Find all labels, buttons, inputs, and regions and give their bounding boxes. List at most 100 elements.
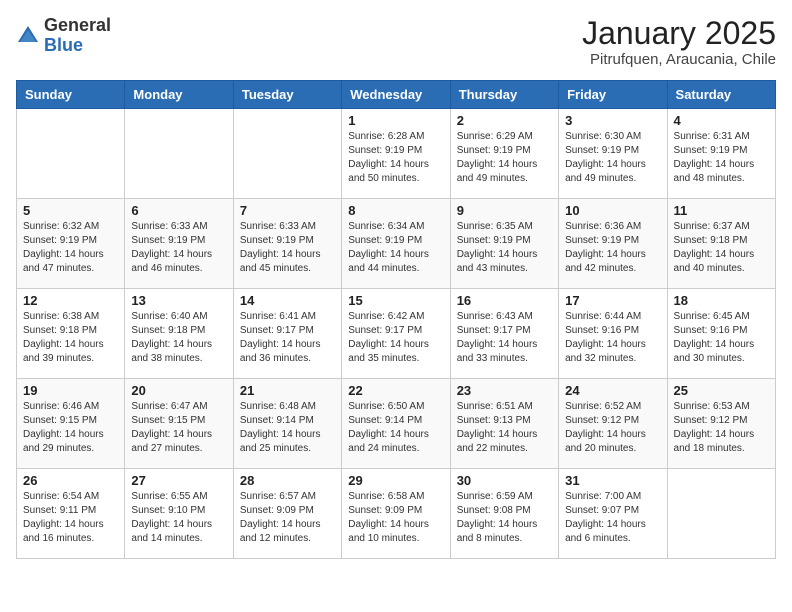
- day-info: Sunrise: 6:46 AM Sunset: 9:15 PM Dayligh…: [23, 400, 118, 456]
- day-info: Sunrise: 6:58 AM Sunset: 9:09 PM Dayligh…: [348, 490, 443, 546]
- day-info: Sunrise: 6:50 AM Sunset: 9:14 PM Dayligh…: [348, 400, 443, 456]
- day-number: 16: [457, 293, 552, 308]
- day-number: 7: [240, 203, 335, 218]
- table-row: 29Sunrise: 6:58 AM Sunset: 9:09 PM Dayli…: [342, 469, 450, 559]
- day-info: Sunrise: 6:30 AM Sunset: 9:19 PM Dayligh…: [565, 130, 660, 186]
- day-number: 28: [240, 473, 335, 488]
- table-row: 5 Sunrise: 6:32 AM Sunset: 9:19 PM Daylig…: [17, 199, 125, 289]
- day-info: Sunrise: 6:51 AM Sunset: 9:13 PM Dayligh…: [457, 400, 552, 456]
- day-info: Sunrise: 6:31 AM Sunset: 9:19 PM Dayligh…: [674, 130, 769, 186]
- day-number: 25: [674, 383, 769, 398]
- day-info: Sunrise: 6:55 AM Sunset: 9:10 PM Dayligh…: [131, 490, 226, 546]
- day-info: Sunrise: 6:53 AM Sunset: 9:12 PM Dayligh…: [674, 400, 769, 456]
- table-row: 21 Sunrise: 6:48 AM Sunset: 9:14 PM Dayli…: [233, 379, 341, 469]
- header-friday: Friday: [559, 81, 667, 109]
- day-number: 23: [457, 383, 552, 398]
- table-row: 16 Sunrise: 6:43 AM Sunset: 9:17 PM Dayli…: [450, 289, 558, 379]
- day-info: Sunrise: 6:43 AM Sunset: 9:17 PM Dayligh…: [457, 310, 552, 366]
- day-info: Sunrise: 6:28 AM Sunset: 9:19 PM Dayligh…: [348, 130, 443, 186]
- day-info: Sunrise: 6:33 AM Sunset: 9:19 PM Dayligh…: [240, 220, 335, 276]
- header-monday: Monday: [125, 81, 233, 109]
- day-info: Sunrise: 6:47 AM Sunset: 9:15 PM Dayligh…: [131, 400, 226, 456]
- day-number: 17: [565, 293, 660, 308]
- day-info: Sunrise: 6:44 AM Sunset: 9:16 PM Dayligh…: [565, 310, 660, 366]
- day-info: Sunrise: 6:59 AM Sunset: 9:08 PM Dayligh…: [457, 490, 552, 546]
- day-number: 12: [23, 293, 118, 308]
- table-row: 10 Sunrise: 6:36 AM Sunset: 9:19 PM Dayli…: [559, 199, 667, 289]
- table-row: 15Sunrise: 6:42 AM Sunset: 9:17 PM Dayli…: [342, 289, 450, 379]
- table-row: 27 Sunrise: 6:55 AM Sunset: 9:10 PM Dayli…: [125, 469, 233, 559]
- day-info: Sunrise: 6:36 AM Sunset: 9:19 PM Dayligh…: [565, 220, 660, 276]
- day-number: 21: [240, 383, 335, 398]
- table-row: 13 Sunrise: 6:40 AM Sunset: 9:18 PM Dayli…: [125, 289, 233, 379]
- day-info: Sunrise: 6:52 AM Sunset: 9:12 PM Dayligh…: [565, 400, 660, 456]
- day-info: Sunrise: 6:40 AM Sunset: 9:18 PM Dayligh…: [131, 310, 226, 366]
- month-title: January 2025: [582, 16, 776, 51]
- table-row: 30 Sunrise: 6:59 AM Sunset: 9:08 PM Dayli…: [450, 469, 558, 559]
- day-number: 14: [240, 293, 335, 308]
- day-number: 20: [131, 383, 226, 398]
- weekday-header-row: Sunday Monday Tuesday Wednesday Thursday…: [17, 81, 776, 109]
- table-row: 31Sunrise: 7:00 AM Sunset: 9:07 PM Dayli…: [559, 469, 667, 559]
- table-row: 22 Sunrise: 6:50 AM Sunset: 9:14 PM Dayli…: [342, 379, 450, 469]
- day-info: Sunrise: 6:38 AM Sunset: 9:18 PM Dayligh…: [23, 310, 118, 366]
- day-info: Sunrise: 6:54 AM Sunset: 9:11 PM Dayligh…: [23, 490, 118, 546]
- day-number: 11: [674, 203, 769, 218]
- table-row: 18Sunrise: 6:45 AM Sunset: 9:16 PM Dayli…: [667, 289, 775, 379]
- day-number: 6: [131, 203, 226, 218]
- title-block: January 2025 Pitrufquen, Araucania, Chil…: [582, 16, 776, 68]
- day-number: 13: [131, 293, 226, 308]
- day-info: Sunrise: 7:00 AM Sunset: 9:07 PM Dayligh…: [565, 490, 660, 546]
- day-info: Sunrise: 6:29 AM Sunset: 9:19 PM Dayligh…: [457, 130, 552, 186]
- location-title: Pitrufquen, Araucania, Chile: [582, 51, 776, 68]
- day-number: 24: [565, 383, 660, 398]
- day-number: 10: [565, 203, 660, 218]
- table-row: 23 Sunrise: 6:51 AM Sunset: 9:13 PM Dayli…: [450, 379, 558, 469]
- day-number: 8: [348, 203, 443, 218]
- table-row: 11 Sunrise: 6:37 AM Sunset: 9:18 PM Dayli…: [667, 199, 775, 289]
- table-row: 1 Sunrise: 6:28 AM Sunset: 9:19 PM Daylig…: [342, 109, 450, 199]
- table-row: 9 Sunrise: 6:35 AM Sunset: 9:19 PM Daylig…: [450, 199, 558, 289]
- day-number: 18: [674, 293, 769, 308]
- logo-general: General Blue: [44, 16, 111, 56]
- table-row: 28Sunrise: 6:57 AM Sunset: 9:09 PM Dayli…: [233, 469, 341, 559]
- table-row: 19 Sunrise: 6:46 AM Sunset: 9:15 PM Dayli…: [17, 379, 125, 469]
- day-number: 19: [23, 383, 118, 398]
- table-row: 3 Sunrise: 6:30 AM Sunset: 9:19 PM Daylig…: [559, 109, 667, 199]
- day-number: 1: [348, 113, 443, 128]
- day-number: 27: [131, 473, 226, 488]
- header-tuesday: Tuesday: [233, 81, 341, 109]
- day-info: Sunrise: 6:48 AM Sunset: 9:14 PM Dayligh…: [240, 400, 335, 456]
- header-wednesday: Wednesday: [342, 81, 450, 109]
- calendar-table: Sunday Monday Tuesday Wednesday Thursday…: [16, 80, 776, 559]
- day-info: Sunrise: 6:32 AM Sunset: 9:19 PM Dayligh…: [23, 220, 118, 276]
- day-number: 26: [23, 473, 118, 488]
- table-row: 26 Sunrise: 6:54 AM Sunset: 9:11 PM Dayli…: [17, 469, 125, 559]
- table-row: 25 Sunrise: 6:53 AM Sunset: 9:12 PM Dayli…: [667, 379, 775, 469]
- day-info: Sunrise: 6:37 AM Sunset: 9:18 PM Dayligh…: [674, 220, 769, 276]
- day-number: 30: [457, 473, 552, 488]
- day-number: 9: [457, 203, 552, 218]
- table-row: 24 Sunrise: 6:52 AM Sunset: 9:12 PM Dayli…: [559, 379, 667, 469]
- table-row: 4 Sunrise: 6:31 AM Sunset: 9:19 PM Daylig…: [667, 109, 775, 199]
- day-number: 4: [674, 113, 769, 128]
- table-row: 8 Sunrise: 6:34 AM Sunset: 9:19 PM Daylig…: [342, 199, 450, 289]
- calendar-week-row: 19 Sunrise: 6:46 AM Sunset: 9:15 PM Dayli…: [17, 379, 776, 469]
- day-number: 15: [348, 293, 443, 308]
- table-row: 14 Sunrise: 6:41 AM Sunset: 9:17 PM Dayli…: [233, 289, 341, 379]
- calendar-week-row: 12 Sunrise: 6:38 AM Sunset: 9:18 PM Dayli…: [17, 289, 776, 379]
- day-number: 22: [348, 383, 443, 398]
- day-info: Sunrise: 6:34 AM Sunset: 9:19 PM Dayligh…: [348, 220, 443, 276]
- calendar-week-row: 1 Sunrise: 6:28 AM Sunset: 9:19 PM Daylig…: [17, 109, 776, 199]
- logo: General Blue: [16, 16, 111, 56]
- table-row: [667, 469, 775, 559]
- table-row: 17 Sunrise: 6:44 AM Sunset: 9:16 PM Dayli…: [559, 289, 667, 379]
- day-number: 5: [23, 203, 118, 218]
- day-info: Sunrise: 6:35 AM Sunset: 9:19 PM Dayligh…: [457, 220, 552, 276]
- table-row: [17, 109, 125, 199]
- table-row: 7 Sunrise: 6:33 AM Sunset: 9:19 PM Daylig…: [233, 199, 341, 289]
- header-thursday: Thursday: [450, 81, 558, 109]
- day-number: 3: [565, 113, 660, 128]
- day-info: Sunrise: 6:33 AM Sunset: 9:19 PM Dayligh…: [131, 220, 226, 276]
- day-info: Sunrise: 6:41 AM Sunset: 9:17 PM Dayligh…: [240, 310, 335, 366]
